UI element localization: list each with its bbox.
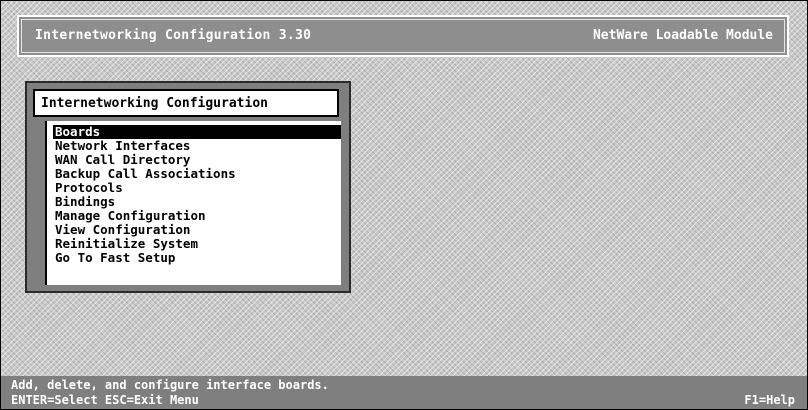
menu-item-bindings[interactable]: Bindings bbox=[53, 195, 341, 209]
header-bar: Internetworking Configuration 3.30 NetWa… bbox=[17, 15, 789, 57]
console-screen: Internetworking Configuration 3.30 NetWa… bbox=[0, 0, 808, 410]
app-title: Internetworking Configuration 3.30 bbox=[35, 28, 312, 43]
menu-title-box: Internetworking Configuration bbox=[33, 89, 339, 117]
module-label: NetWare Loadable Module bbox=[592, 28, 773, 43]
help-key-hint[interactable]: F1=Help bbox=[744, 393, 795, 407]
menu-item-backup-call-associations[interactable]: Backup Call Associations bbox=[53, 167, 341, 181]
menu-item-network-interfaces[interactable]: Network Interfaces bbox=[53, 139, 341, 153]
menu-window: Internetworking Configuration Boards Net… bbox=[25, 81, 351, 293]
status-bar: Add, delete, and configure interface boa… bbox=[1, 376, 807, 409]
key-hints: ENTER=Select ESC=Exit Menu bbox=[11, 393, 199, 407]
menu-item-go-to-fast-setup[interactable]: Go To Fast Setup bbox=[53, 251, 341, 265]
menu-title: Internetworking Configuration bbox=[41, 96, 268, 111]
menu-list-box: Boards Network Interfaces WAN Call Direc… bbox=[45, 121, 341, 285]
menu-item-manage-configuration[interactable]: Manage Configuration bbox=[53, 209, 341, 223]
menu-item-view-configuration[interactable]: View Configuration bbox=[53, 223, 341, 237]
menu-item-reinitialize-system[interactable]: Reinitialize System bbox=[53, 237, 341, 251]
menu-list: Boards Network Interfaces WAN Call Direc… bbox=[53, 125, 341, 265]
menu-item-wan-call-directory[interactable]: WAN Call Directory bbox=[53, 153, 341, 167]
menu-item-protocols[interactable]: Protocols bbox=[53, 181, 341, 195]
status-description: Add, delete, and configure interface boa… bbox=[11, 378, 329, 392]
menu-item-boards[interactable]: Boards bbox=[53, 125, 341, 139]
